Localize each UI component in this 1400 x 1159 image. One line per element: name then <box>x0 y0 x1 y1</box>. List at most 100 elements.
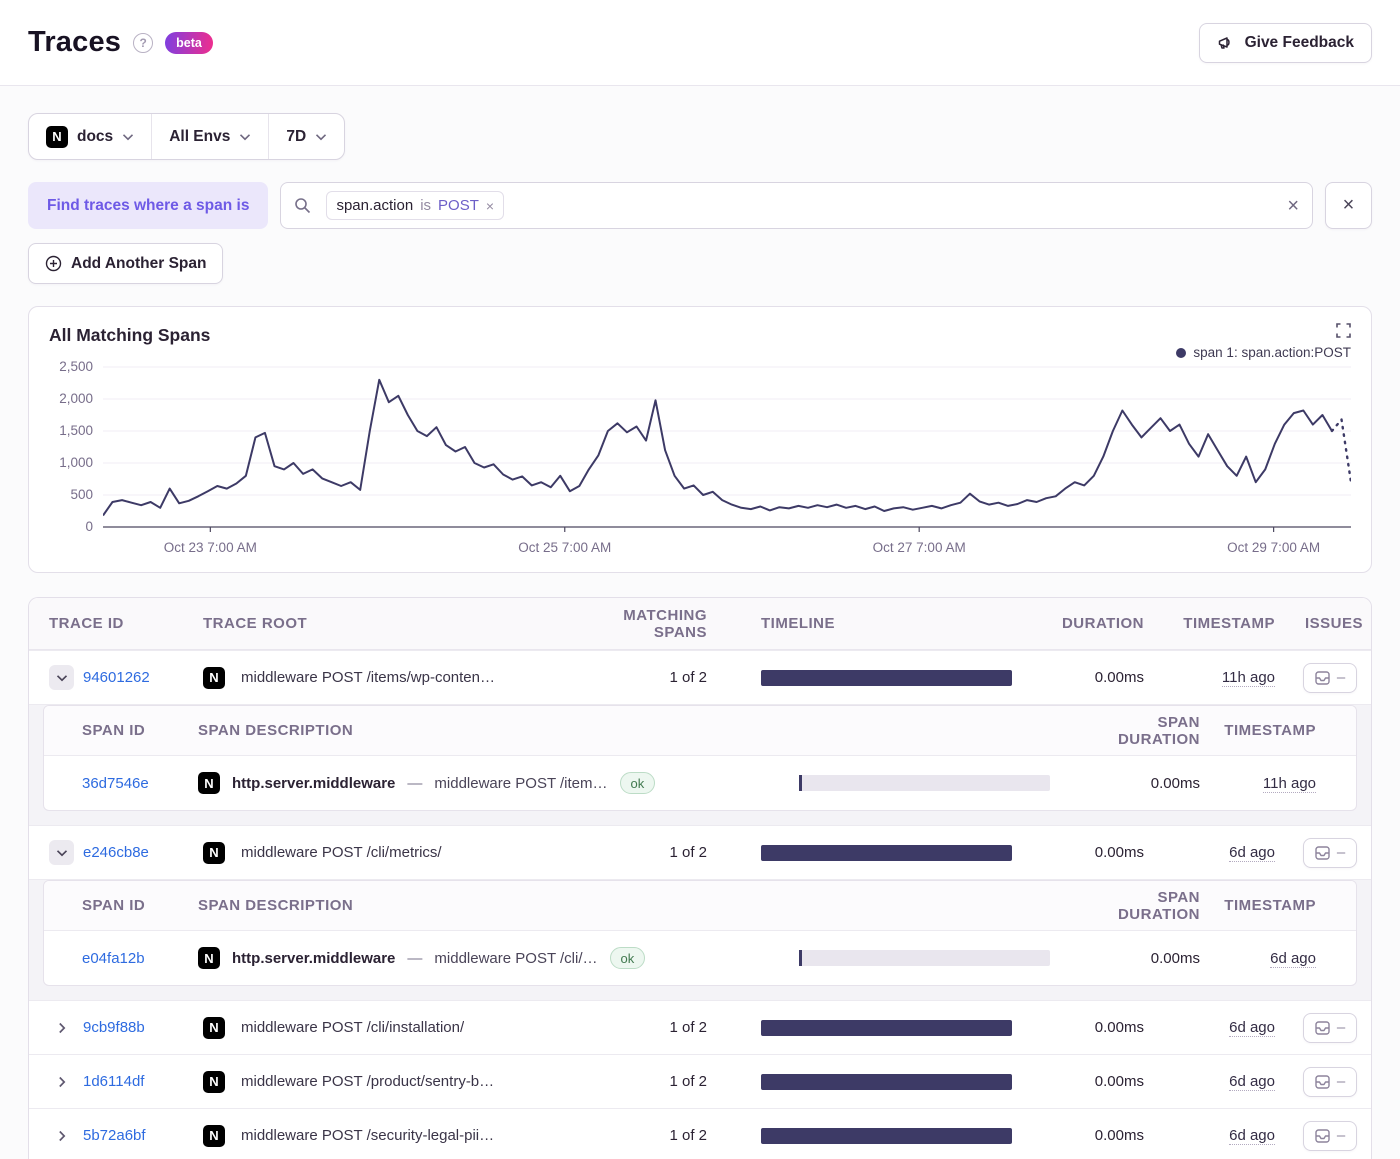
expand-chevron-icon[interactable] <box>49 1022 74 1034</box>
timeline-bar[interactable] <box>761 670 1012 686</box>
span-row: e04fa12b N http.server.middleware — midd… <box>44 931 1356 985</box>
chevron-down-icon <box>122 133 134 141</box>
nextjs-icon: N <box>198 947 220 969</box>
trace-root-label: middleware POST /product/sentry-b… <box>241 1073 494 1090</box>
trace-id-link[interactable]: e246cb8e <box>83 844 149 861</box>
trace-root-label: middleware POST /cli/installation/ <box>241 1019 464 1036</box>
token-key: span.action <box>336 197 413 214</box>
filter-token[interactable]: span.action is POST × <box>326 191 504 220</box>
duration-value: 0.00ms <box>1056 1019 1166 1036</box>
page-filter-bar: N docs All Envs 7D <box>28 113 345 160</box>
trace-row: 9cb9f88b N middleware POST /cli/installa… <box>29 1000 1371 1054</box>
span-op-label: http.server.middleware <box>232 950 395 967</box>
trace-row: 5b72a6bf N middleware POST /security-leg… <box>29 1108 1371 1159</box>
timestamp-value[interactable]: 6d ago <box>1229 844 1275 862</box>
legend-dot-icon <box>1176 348 1186 358</box>
environment-filter[interactable]: All Envs <box>151 114 268 159</box>
matching-spans-count: 1 of 2 <box>601 1073 721 1090</box>
duration-value: 0.00ms <box>1056 1073 1166 1090</box>
clear-search-icon[interactable]: × <box>1287 196 1299 216</box>
all-matching-spans-panel: All Matching Spans span 1: span.action:P… <box>28 306 1372 573</box>
trace-row: 1d6114df N middleware POST /product/sent… <box>29 1054 1371 1108</box>
matching-spans-count: 1 of 2 <box>601 1019 721 1036</box>
trace-row: 94601262 N middleware POST /items/wp-con… <box>29 650 1371 704</box>
timestamp-value[interactable]: 6d ago <box>1270 950 1316 968</box>
span-op-label: http.server.middleware <box>232 775 395 792</box>
token-value: POST <box>438 197 479 214</box>
add-another-span-button[interactable]: Add Another Span <box>28 243 223 284</box>
chart-x-axis: Oct 23 7:00 AM Oct 25 7:00 AM Oct 27 7:0… <box>103 532 1351 562</box>
date-range-filter[interactable]: 7D <box>268 114 344 159</box>
fullscreen-icon[interactable] <box>1336 323 1351 338</box>
beta-badge: beta <box>165 32 213 54</box>
span-table-header-row: SPAN ID SPAN DESCRIPTION SPAN DURATION T… <box>44 881 1356 931</box>
trace-root-label: middleware POST /cli/metrics/ <box>241 844 442 861</box>
span-status-badge: ok <box>610 947 646 969</box>
timestamp-value[interactable]: 11h ago <box>1222 669 1275 687</box>
span-query-row: Find traces where a span is span.action … <box>28 182 1372 229</box>
plus-circle-icon <box>45 255 62 272</box>
timeline-bar[interactable] <box>761 1128 1012 1144</box>
issues-button[interactable]: – <box>1303 1013 1357 1043</box>
span-table-header-row: SPAN ID SPAN DESCRIPTION SPAN DURATION T… <box>44 706 1356 756</box>
nextjs-icon: N <box>203 1125 225 1147</box>
chevron-down-icon <box>315 133 327 141</box>
nextjs-icon: N <box>203 1071 225 1093</box>
nextjs-icon: N <box>46 126 68 148</box>
project-filter[interactable]: N docs <box>29 114 151 159</box>
trace-id-link[interactable]: 94601262 <box>83 669 150 686</box>
trace-id-link[interactable]: 5b72a6bf <box>83 1127 146 1144</box>
token-remove-icon[interactable]: × <box>486 199 494 213</box>
issues-inbox-icon <box>1315 1021 1330 1035</box>
issues-inbox-icon <box>1315 1075 1330 1089</box>
timestamp-value[interactable]: 6d ago <box>1229 1127 1275 1145</box>
collapse-chevron-icon[interactable] <box>49 665 74 690</box>
remove-span-filter-button[interactable]: × <box>1325 182 1372 229</box>
expanded-spans-panel: SPAN ID SPAN DESCRIPTION SPAN DURATION T… <box>29 704 1371 825</box>
issues-button[interactable]: – <box>1303 663 1357 693</box>
span-description-label: middleware POST /item… <box>434 775 607 792</box>
timestamp-value[interactable]: 6d ago <box>1229 1019 1275 1037</box>
timestamp-value[interactable]: 11h ago <box>1263 775 1316 793</box>
span-timeline-bar[interactable] <box>799 775 1050 791</box>
token-operator: is <box>420 197 431 214</box>
chart-legend: span 1: span.action:POST <box>1176 345 1351 360</box>
chevron-down-icon <box>239 133 251 141</box>
span-description-label: middleware POST /cli/… <box>434 950 597 967</box>
span-row: 36d7546e N http.server.middleware — midd… <box>44 756 1356 810</box>
span-duration-value: 0.00ms <box>1094 775 1204 792</box>
span-id-link[interactable]: 36d7546e <box>82 775 149 792</box>
span-search-input[interactable]: span.action is POST × × <box>280 182 1313 229</box>
find-traces-label: Find traces where a span is <box>28 182 268 229</box>
span-status-badge: ok <box>620 772 656 794</box>
timeline-bar[interactable] <box>761 1074 1012 1090</box>
spans-line-chart[interactable] <box>103 362 1351 532</box>
timeline-bar[interactable] <box>761 845 1012 861</box>
expand-chevron-icon[interactable] <box>49 1076 74 1088</box>
timeline-bar[interactable] <box>761 1020 1012 1036</box>
trace-id-link[interactable]: 9cb9f88b <box>83 1019 145 1036</box>
issues-button[interactable]: – <box>1303 1121 1357 1151</box>
span-timeline-bar[interactable] <box>799 950 1050 966</box>
give-feedback-button[interactable]: Give Feedback <box>1199 23 1372 63</box>
help-icon[interactable]: ? <box>133 33 153 53</box>
table-header-row: TRACE ID TRACE ROOT MATCHING SPANS TIMEL… <box>29 598 1371 650</box>
nextjs-icon: N <box>203 667 225 689</box>
issues-inbox-icon <box>1315 671 1330 685</box>
issues-inbox-icon <box>1315 846 1330 860</box>
timestamp-value[interactable]: 6d ago <box>1229 1073 1275 1091</box>
duration-value: 0.00ms <box>1056 1127 1166 1144</box>
chart-y-axis: 2,500 2,000 1,500 1,000 500 0 <box>49 362 103 532</box>
nextjs-icon: N <box>203 1017 225 1039</box>
expand-chevron-icon[interactable] <box>49 1130 74 1142</box>
chart-title: All Matching Spans <box>49 323 210 346</box>
expanded-spans-panel: SPAN ID SPAN DESCRIPTION SPAN DURATION T… <box>29 879 1371 1000</box>
search-icon <box>294 197 311 214</box>
collapse-chevron-icon[interactable] <box>49 840 74 865</box>
span-id-link[interactable]: e04fa12b <box>82 950 145 967</box>
page-header: Traces ? beta Give Feedback <box>0 0 1400 86</box>
trace-id-link[interactable]: 1d6114df <box>83 1073 144 1090</box>
duration-value: 0.00ms <box>1056 669 1166 686</box>
issues-button[interactable]: – <box>1303 1067 1357 1097</box>
issues-button[interactable]: – <box>1303 838 1357 868</box>
